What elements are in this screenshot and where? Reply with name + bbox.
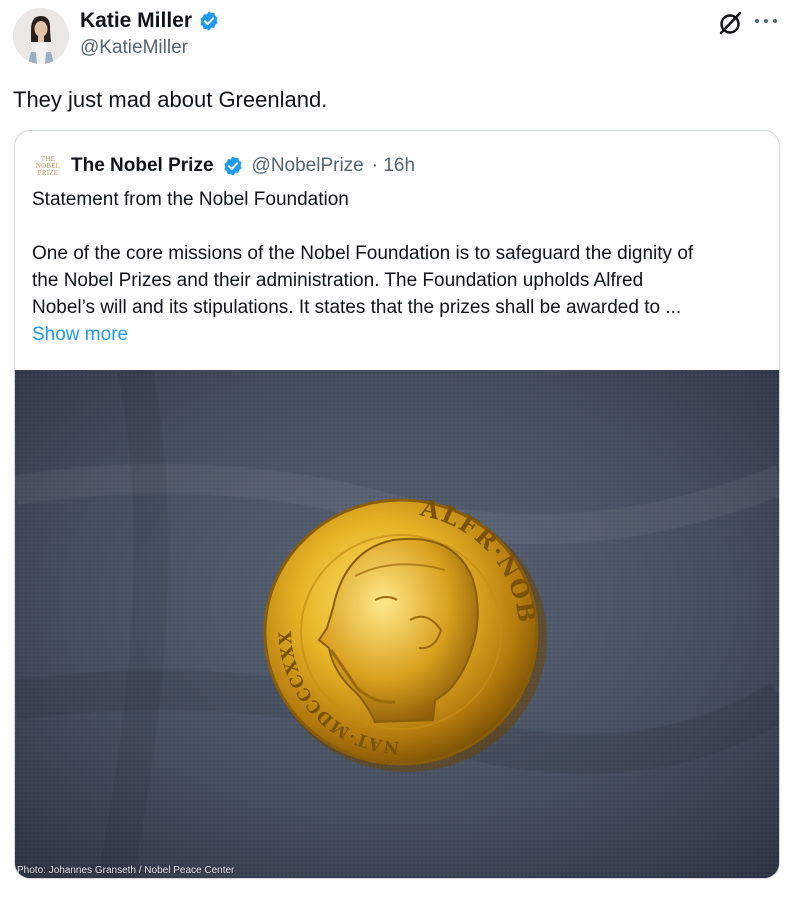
quote-line: Nobel’s will and its stipulations. It st… <box>32 297 682 318</box>
quote-line: the Nobel Prizes and their administratio… <box>32 270 644 291</box>
author-name-row: Katie Miller <box>80 9 220 33</box>
quote-author-name[interactable]: The Nobel Prize <box>71 155 214 177</box>
author-handle[interactable]: @KatieMiller <box>80 37 188 59</box>
quote-header: THE NOBEL PRIZE The Nobel Prize @NobelPr… <box>33 151 415 181</box>
quote-timestamp[interactable]: · 16h <box>372 155 415 177</box>
show-more-link[interactable]: Show more <box>32 321 128 348</box>
quote-author-handle[interactable]: @NobelPrize <box>252 155 364 177</box>
author-name[interactable]: Katie Miller <box>80 9 192 33</box>
quote-line: One of the core missions of the Nobel Fo… <box>32 243 694 264</box>
more-icon[interactable] <box>752 10 780 32</box>
quote-title: Statement from the Nobel Foundation <box>32 189 349 210</box>
post-text: They just mad about Greenland. <box>13 87 328 112</box>
nobel-prize-logo: THE NOBEL PRIZE <box>35 154 61 177</box>
author-avatar[interactable] <box>13 8 69 64</box>
quote-verified-badge-icon <box>222 155 244 177</box>
quote-media-image[interactable]: ALFR·NOBEL NAT·MDCCCXXXIII·OB·MDCCCXCVI … <box>15 370 779 878</box>
post: Katie Miller @KatieMiller They just mad … <box>0 0 800 898</box>
grok-icon[interactable] <box>718 10 744 36</box>
quoted-post[interactable]: THE NOBEL PRIZE The Nobel Prize @NobelPr… <box>14 130 780 879</box>
verified-badge-icon <box>198 10 220 32</box>
quote-body: Statement from the Nobel Foundation One … <box>32 186 772 348</box>
photo-credit: Photo: Johannes Granseth / Nobel Peace C… <box>17 865 235 876</box>
